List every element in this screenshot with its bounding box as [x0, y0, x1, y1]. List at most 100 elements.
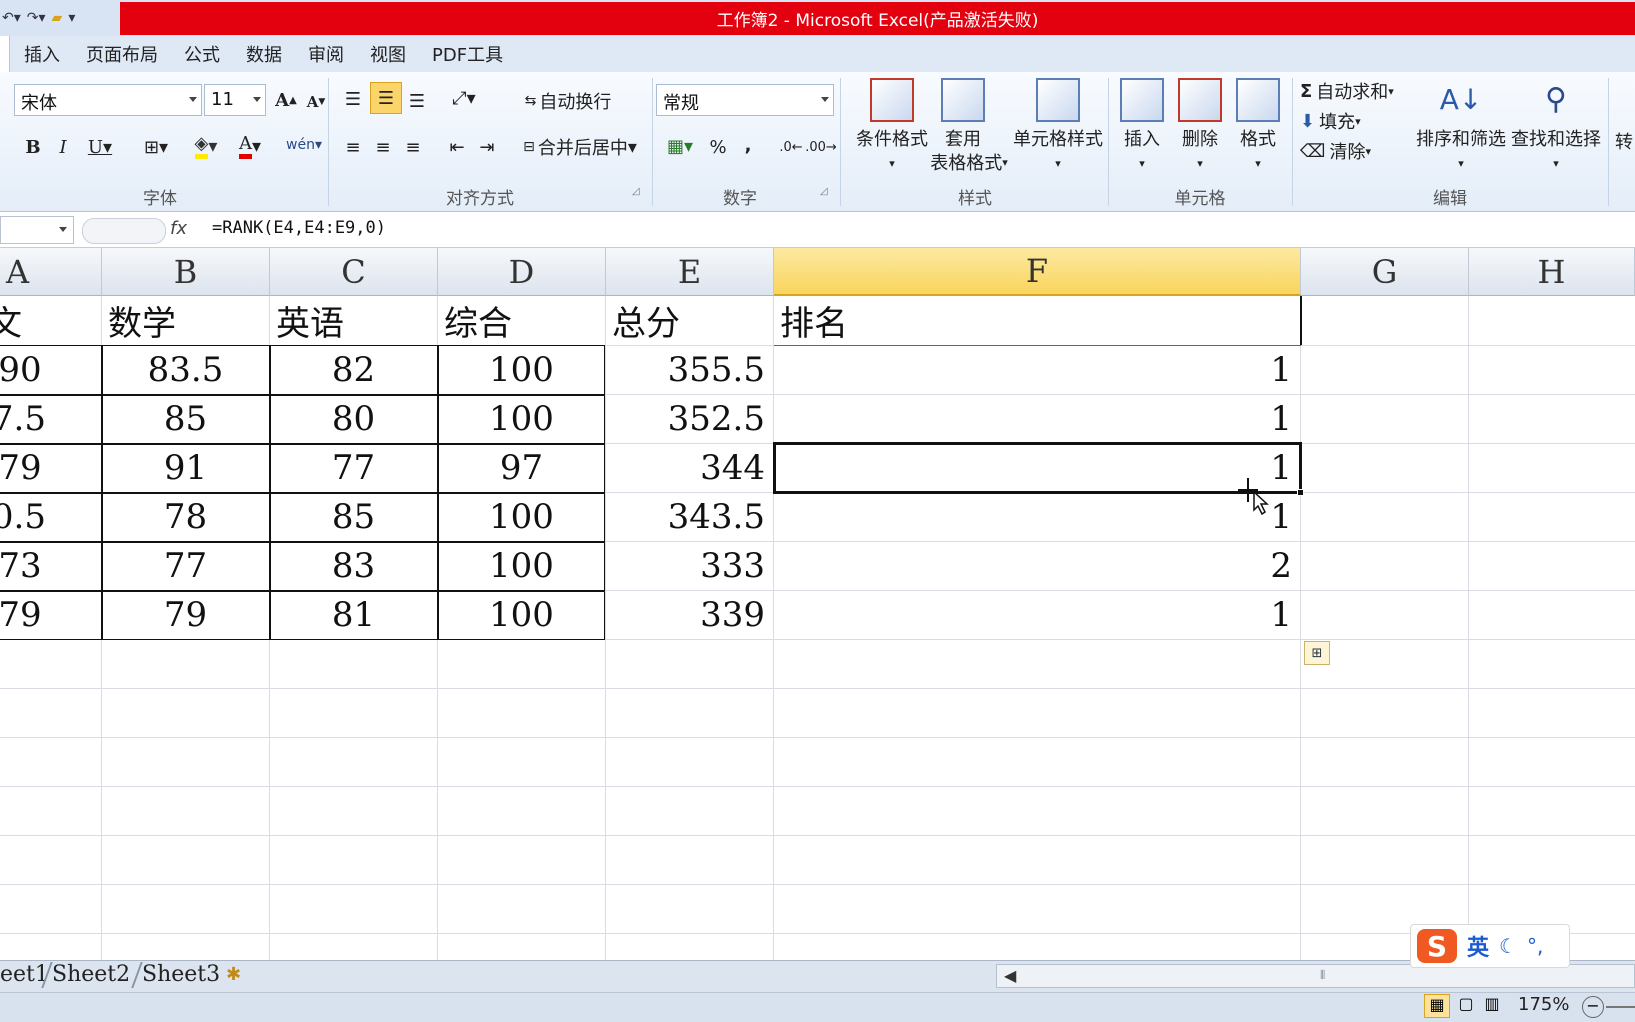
- cell-d5[interactable]: 100: [438, 395, 605, 443]
- grow-font-icon[interactable]: A ▲: [272, 86, 300, 114]
- merge-center-button[interactable]: ⊟ 合并后居中 ▾: [514, 132, 646, 162]
- decrease-decimal-icon[interactable]: .00→: [805, 132, 837, 162]
- font-name-select[interactable]: 宋体: [14, 84, 202, 116]
- align-left-icon[interactable]: ≡: [340, 132, 366, 162]
- delete-cells-button[interactable]: 删除 ▾: [1170, 78, 1230, 176]
- cell-c3[interactable]: 英语: [270, 296, 437, 345]
- formula-input[interactable]: =RANK(E4,E4:E9,0): [212, 218, 386, 238]
- align-dialog-launcher-icon[interactable]: ◿: [632, 186, 640, 197]
- column-header-c[interactable]: C: [270, 248, 438, 296]
- tab-pdf-tools[interactable]: PDF工具: [419, 41, 516, 67]
- sheet-tab-2[interactable]: Sheet2: [52, 962, 130, 987]
- cell-a5[interactable]: 87.5: [0, 395, 54, 443]
- cell-a8[interactable]: 73: [0, 542, 70, 590]
- cell-c5[interactable]: 80: [270, 395, 437, 443]
- cell-f5[interactable]: 1: [774, 395, 1300, 443]
- currency-icon[interactable]: ▦▾: [660, 130, 700, 162]
- sort-filter-button[interactable]: A↓ 排序和筛选 ▾: [1416, 78, 1506, 176]
- fill-button[interactable]: ⬇ 填充 ▾: [1300, 108, 1361, 134]
- zoom-out-icon[interactable]: −: [1582, 996, 1604, 1018]
- cell-f8[interactable]: 2: [774, 542, 1300, 590]
- wrap-text-button[interactable]: ⇆ 自动换行: [514, 86, 622, 116]
- cell-a6[interactable]: 79: [0, 444, 70, 492]
- worksheet-grid[interactable]: A B C D E F G H 文 数学 英语 综合 总分 排名 90 83.5…: [0, 248, 1635, 960]
- cell-e4[interactable]: 355.5: [606, 346, 773, 394]
- sheet-tab-3[interactable]: Sheet3: [142, 962, 220, 987]
- cell-e3[interactable]: 总分: [606, 296, 773, 345]
- cell-d8[interactable]: 100: [438, 542, 605, 590]
- ime-toolbar[interactable]: S 英 ☾ °,: [1410, 924, 1570, 968]
- cell-e6[interactable]: 344: [606, 444, 773, 492]
- align-right-icon[interactable]: ≡: [400, 132, 426, 162]
- zoom-slider[interactable]: [1606, 1006, 1635, 1008]
- decrease-indent-icon[interactable]: ⇤: [444, 132, 470, 162]
- cell-e7[interactable]: 343.5: [606, 493, 773, 541]
- number-format-select[interactable]: 常规: [656, 84, 834, 116]
- cell-c8[interactable]: 83: [270, 542, 437, 590]
- page-break-view-icon[interactable]: ▥: [1480, 994, 1504, 1018]
- column-header-e[interactable]: E: [606, 248, 774, 296]
- cell-e8[interactable]: 333: [606, 542, 773, 590]
- cell-b7[interactable]: 78: [102, 493, 269, 541]
- cell-a9[interactable]: 79: [0, 591, 70, 639]
- redo-icon[interactable]: ↷▾: [27, 10, 46, 26]
- fill-handle[interactable]: [1297, 489, 1304, 496]
- format-cells-button[interactable]: 格式 ▾: [1228, 78, 1288, 176]
- column-header-g[interactable]: G: [1301, 248, 1469, 296]
- phonetic-icon[interactable]: wén▾: [284, 128, 324, 162]
- cell-e9[interactable]: 339: [606, 591, 773, 639]
- cell-d3[interactable]: 综合: [438, 296, 605, 345]
- auto-fill-options-icon[interactable]: ⊞: [1304, 641, 1330, 665]
- cell-c9[interactable]: 81: [270, 591, 437, 639]
- column-header-h[interactable]: H: [1469, 248, 1635, 296]
- format-as-table-button[interactable]: 套用: [918, 78, 1008, 152]
- tab-formulas[interactable]: 公式: [171, 41, 233, 67]
- cell-b5[interactable]: 85: [102, 395, 269, 443]
- cell-d9[interactable]: 100: [438, 591, 605, 639]
- tab-insert[interactable]: 插入: [10, 41, 73, 67]
- column-header-f[interactable]: F: [774, 248, 1301, 296]
- tab-page-layout[interactable]: 页面布局: [73, 41, 171, 67]
- cell-b8[interactable]: 77: [102, 542, 269, 590]
- customize-qat-icon[interactable]: ▾: [68, 10, 75, 26]
- cell-b4[interactable]: 83.5: [102, 346, 269, 394]
- tab-review[interactable]: 审阅: [295, 41, 357, 67]
- cell-f7[interactable]: 1: [774, 493, 1300, 541]
- fill-color-icon[interactable]: ◈ ▾: [186, 130, 226, 162]
- scroll-thumb-grip-icon[interactable]: ⦀: [1320, 968, 1325, 983]
- number-dialog-launcher-icon[interactable]: ◿: [820, 186, 828, 197]
- align-bottom-icon[interactable]: ☰: [404, 88, 430, 114]
- borders-icon[interactable]: ⊞▾: [136, 132, 176, 162]
- insert-sheet-icon[interactable]: ✱: [226, 964, 241, 985]
- column-header-d[interactable]: D: [438, 248, 606, 296]
- shrink-font-icon[interactable]: A ▼: [302, 90, 330, 114]
- column-header-a[interactable]: A: [0, 248, 102, 296]
- page-layout-view-icon[interactable]: ▢: [1454, 994, 1478, 1018]
- increase-decimal-icon[interactable]: .0←: [776, 132, 806, 162]
- percent-button[interactable]: %: [704, 132, 732, 162]
- italic-icon[interactable]: I: [52, 132, 74, 162]
- cell-d7[interactable]: 100: [438, 493, 605, 541]
- open-folder-icon[interactable]: ▰: [52, 10, 63, 26]
- insert-function-icon[interactable]: fx: [170, 218, 187, 239]
- cell-a7[interactable]: 80.5: [0, 493, 54, 541]
- font-color-icon[interactable]: A ▾: [230, 130, 270, 162]
- align-center-icon[interactable]: ≡: [370, 132, 396, 162]
- clear-button[interactable]: ⌫ 清除 ▾: [1300, 138, 1371, 164]
- cell-styles-button[interactable]: 单元格样式 ▾: [1008, 78, 1108, 176]
- cell-e5[interactable]: 352.5: [606, 395, 773, 443]
- cell-c7[interactable]: 85: [270, 493, 437, 541]
- column-header-b[interactable]: B: [102, 248, 270, 296]
- autosum-button[interactable]: Σ 自动求和 ▾: [1300, 78, 1394, 104]
- font-size-select[interactable]: 11: [204, 84, 266, 116]
- cell-c6[interactable]: 77: [270, 444, 437, 492]
- align-top-icon[interactable]: ☰: [340, 86, 366, 112]
- underline-icon[interactable]: U▾: [80, 132, 120, 162]
- cell-b3[interactable]: 数学: [102, 296, 269, 345]
- cell-f3[interactable]: 排名: [774, 296, 1300, 345]
- orientation-icon[interactable]: ⤢▾: [444, 84, 484, 112]
- comma-button[interactable]: ,: [736, 130, 760, 160]
- cell-b6[interactable]: 91: [102, 444, 269, 492]
- normal-view-icon[interactable]: ▦: [1424, 994, 1450, 1018]
- cell-b9[interactable]: 79: [102, 591, 269, 639]
